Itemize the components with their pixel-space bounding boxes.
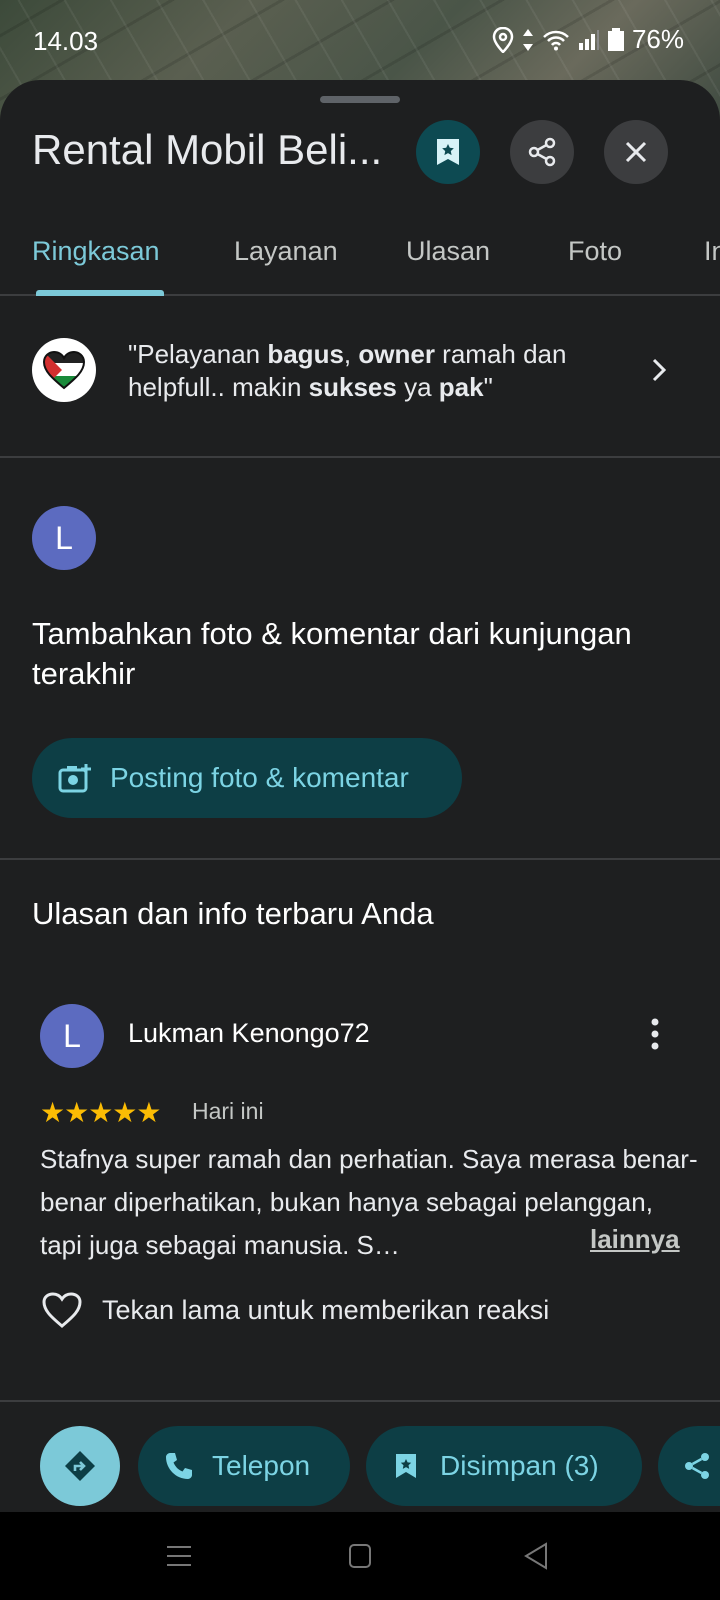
post-button-label: Posting foto & komentar	[110, 762, 409, 793]
drag-handle[interactable]	[320, 96, 400, 103]
close-button[interactable]	[604, 120, 668, 184]
tab-bar: Ringkasan Layanan Ulasan Foto In	[0, 208, 720, 296]
status-icons: 76%	[492, 24, 684, 55]
recent-section-title: Ulasan dan info terbaru Anda	[32, 896, 434, 931]
add-prompt-title: Tambahkan foto & komentar dari kunjungan…	[32, 616, 632, 691]
share-icon	[685, 1453, 709, 1479]
heart-outline-icon	[42, 1292, 82, 1328]
tab-info[interactable]: In	[704, 236, 720, 267]
directions-button[interactable]	[40, 1426, 120, 1506]
close-icon	[625, 141, 647, 163]
bookmark-icon	[437, 139, 459, 165]
star-rating: ★★★★★	[40, 1097, 162, 1128]
battery-percent: 76%	[631, 24, 684, 54]
battery-icon	[607, 27, 624, 51]
react-button[interactable]: Tekan lama untuk memberikan reaksi	[40, 1290, 549, 1330]
action-bar: Telepon Disimpan (3)	[0, 1400, 720, 1514]
phone-icon	[166, 1453, 192, 1479]
react-label: Tekan lama untuk memberikan reaksi	[102, 1294, 550, 1325]
divider	[0, 858, 720, 860]
share-pill-button[interactable]	[658, 1426, 720, 1506]
highlight-quote-text: "Pelayanan bagus, owner ramah dan helpfu…	[128, 339, 567, 402]
call-label: Telepon	[212, 1450, 311, 1481]
saved-button[interactable]: Disimpan (3)	[366, 1426, 642, 1506]
save-button[interactable]	[416, 120, 480, 184]
post-photo-comment-button[interactable]: Posting foto & komentar	[32, 738, 462, 818]
saved-label: Disimpan (3)	[440, 1450, 599, 1481]
add-photo-icon	[58, 764, 91, 793]
share-button[interactable]	[510, 120, 574, 184]
data-arrows-icon	[522, 28, 533, 51]
palestine-heart-icon	[32, 338, 96, 402]
tab-foto[interactable]: Foto	[568, 236, 622, 267]
tab-layanan[interactable]: Layanan	[234, 236, 338, 267]
review-highlight[interactable]: "Pelayanan bagus, owner ramah dan helpfu…	[0, 296, 720, 456]
bookmark-icon	[396, 1454, 416, 1478]
user-avatar[interactable]: L	[32, 506, 96, 570]
back-icon[interactable]	[524, 1542, 548, 1570]
home-icon[interactable]	[348, 1543, 372, 1569]
place-title: Rental Mobil Beli...	[32, 126, 383, 173]
signal-icon	[578, 29, 599, 50]
location-icon	[492, 26, 514, 53]
more-vert-icon[interactable]	[645, 1018, 665, 1050]
tab-ringkasan[interactable]: Ringkasan	[32, 236, 160, 267]
directions-icon	[65, 1451, 95, 1481]
divider	[0, 456, 720, 458]
reviewer-avatar[interactable]: L	[40, 1004, 104, 1068]
status-bar: 14.03 76%	[0, 0, 720, 80]
share-icon	[528, 137, 556, 167]
reviewer-name[interactable]: Lukman Kenongo72	[128, 1018, 370, 1049]
tab-ulasan[interactable]: Ulasan	[406, 236, 490, 267]
chevron-right-icon	[652, 358, 666, 382]
review-date: Hari ini	[192, 1098, 264, 1124]
system-nav-bar	[0, 1512, 720, 1600]
wifi-icon	[543, 30, 569, 50]
read-more-link[interactable]: lainnya	[590, 1224, 680, 1255]
call-button[interactable]: Telepon	[138, 1426, 350, 1506]
status-time: 14.03	[33, 26, 99, 56]
recents-menu-icon[interactable]	[166, 1544, 192, 1568]
